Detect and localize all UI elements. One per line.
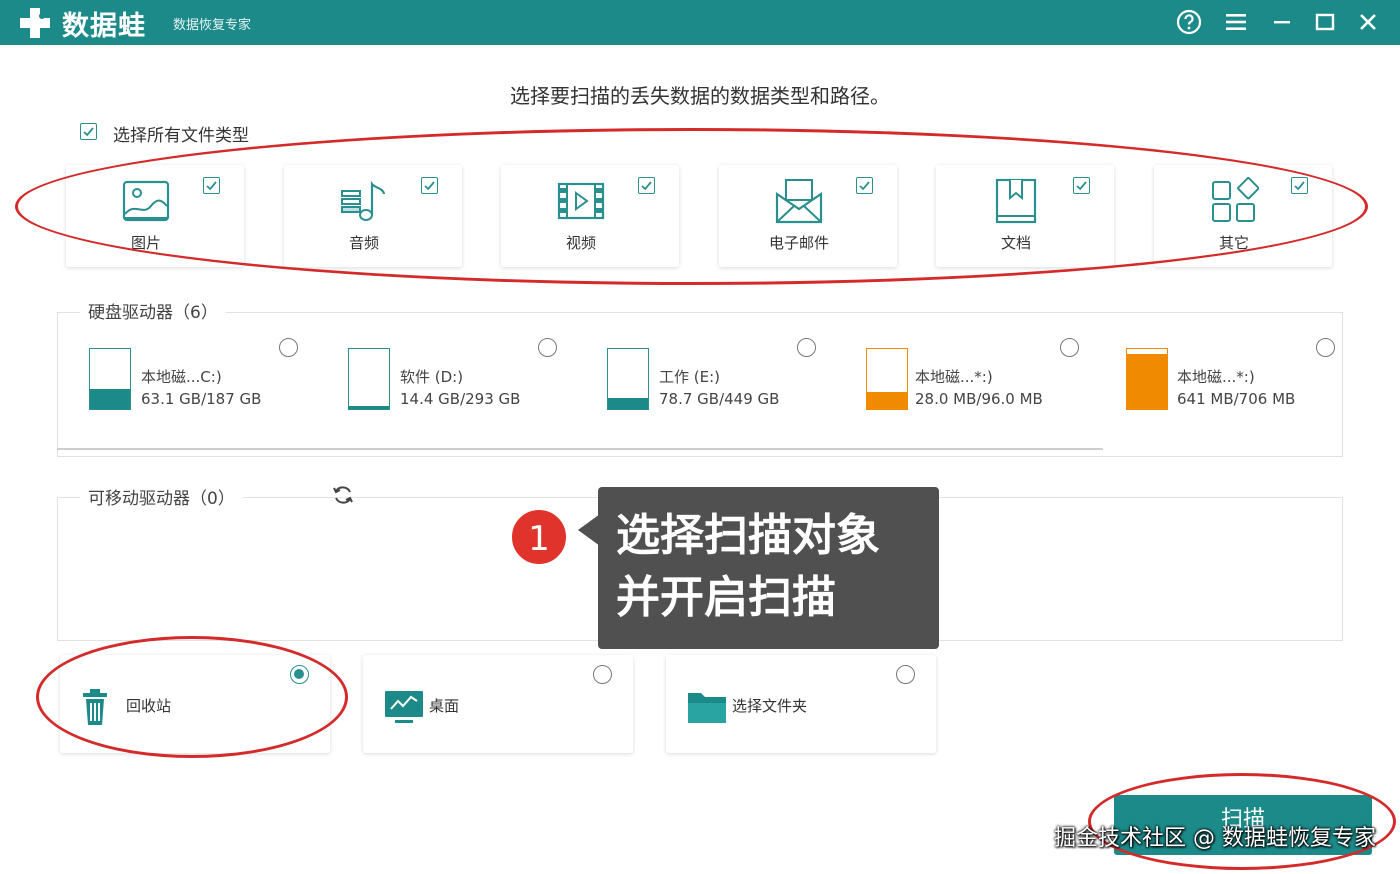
select-all-checkbox[interactable] — [80, 123, 97, 140]
drive-item[interactable]: 本地磁...*:) 28.0 MB/96.0 MB — [866, 348, 1096, 412]
drive-usage-fill — [867, 391, 907, 409]
removable-drives-title: 可移动驱动器（0） — [80, 484, 243, 509]
drive-size: 28.0 MB/96.0 MB — [915, 390, 1043, 408]
callout-arrow — [578, 514, 600, 546]
trash-icon — [83, 689, 107, 725]
drive-name: 本地磁...C:) — [141, 368, 222, 386]
desktop-icon — [385, 691, 423, 723]
drive-size: 63.1 GB/187 GB — [141, 390, 262, 408]
drive-name: 工作 (E:) — [659, 368, 721, 386]
maximize-icon[interactable] — [1311, 8, 1339, 36]
location-card-select-folder[interactable]: 选择文件夹 — [666, 655, 936, 753]
select-all-label: 选择所有文件类型 — [113, 126, 249, 146]
location-label: 回收站 — [126, 697, 172, 715]
location-radio[interactable] — [896, 665, 915, 684]
file-type-label: 文档 — [1000, 234, 1031, 252]
email-icon — [775, 179, 823, 224]
folder-icon — [688, 693, 726, 723]
file-type-checkbox[interactable] — [421, 177, 438, 194]
file-type-checkbox[interactable] — [203, 177, 220, 194]
drive-scrollbar[interactable] — [57, 448, 1103, 450]
callout-text: 选择扫描对象 并开启扫描 — [616, 505, 880, 629]
callout-line-2: 并开启扫描 — [616, 572, 836, 623]
close-icon[interactable] — [1354, 8, 1382, 36]
music-icon — [341, 180, 386, 221]
drive-radio[interactable] — [797, 338, 816, 357]
file-type-card-video[interactable]: 视频 — [501, 165, 679, 267]
menu-icon[interactable] — [1222, 8, 1250, 36]
drive-item[interactable]: 软件 (D:) 14.4 GB/293 GB — [348, 348, 578, 412]
callout-line-1: 选择扫描对象 — [616, 510, 880, 561]
location-label: 选择文件夹 — [732, 697, 808, 715]
location-radio[interactable] — [593, 665, 612, 684]
drive-radio[interactable] — [538, 338, 557, 357]
video-icon — [557, 182, 605, 220]
drive-icon — [348, 348, 390, 410]
file-type-card-audio[interactable]: 音频 — [284, 165, 462, 267]
file-type-checkbox[interactable] — [1073, 177, 1090, 194]
drive-usage-fill — [349, 406, 389, 409]
logo-icon — [20, 8, 50, 38]
document-icon — [995, 178, 1037, 224]
location-card-recycle-bin[interactable]: 回收站 — [60, 655, 330, 753]
file-type-checkbox[interactable] — [638, 177, 655, 194]
drive-item[interactable]: 工作 (E:) 78.7 GB/449 GB — [607, 348, 837, 412]
app-name: 数据蛙 — [62, 11, 146, 42]
location-label: 桌面 — [429, 697, 460, 715]
file-type-label: 视频 — [565, 234, 596, 252]
location-card-desktop[interactable]: 桌面 — [363, 655, 633, 753]
refresh-icon[interactable] — [331, 483, 355, 507]
hard-drives-title: 硬盘驱动器（6） — [80, 298, 226, 323]
drive-usage-fill — [90, 388, 130, 409]
drive-name: 本地磁...*:) — [1177, 368, 1255, 386]
drive-icon — [89, 348, 131, 410]
file-type-card-email[interactable]: 电子邮件 — [719, 165, 897, 267]
location-radio[interactable] — [290, 665, 309, 684]
file-type-card-other[interactable]: 其它 — [1154, 165, 1332, 267]
drive-radio[interactable] — [1316, 338, 1335, 357]
file-type-card-document[interactable]: 文档 — [936, 165, 1114, 267]
drive-radio[interactable] — [279, 338, 298, 357]
watermark: 掘金技术社区 @ 数据蛙恢复专家 — [1054, 826, 1376, 851]
step-badge: 1 — [510, 508, 568, 566]
drive-name: 软件 (D:) — [400, 368, 464, 386]
drive-radio[interactable] — [1060, 338, 1079, 357]
file-type-label: 音频 — [348, 234, 379, 252]
drive-icon — [607, 348, 649, 410]
file-type-checkbox[interactable] — [856, 177, 873, 194]
instruction-callout: 选择扫描对象 并开启扫描 — [598, 487, 939, 649]
image-icon — [122, 180, 170, 222]
app-subtitle: 数据恢复专家 — [173, 18, 252, 33]
file-type-card-image[interactable]: 图片 — [66, 165, 244, 267]
file-type-checkbox[interactable] — [1291, 177, 1308, 194]
drive-icon — [866, 348, 908, 410]
drive-size: 78.7 GB/449 GB — [659, 390, 780, 408]
drive-usage-fill — [1127, 354, 1167, 409]
drive-size: 14.4 GB/293 GB — [400, 390, 521, 408]
drive-item[interactable]: 本地磁...C:) 63.1 GB/187 GB — [89, 348, 319, 412]
minimize-icon[interactable] — [1268, 8, 1296, 36]
file-type-label: 其它 — [1218, 234, 1249, 252]
drive-usage-fill — [608, 398, 648, 409]
apps-icon — [1212, 177, 1259, 222]
drive-icon — [1126, 348, 1168, 410]
drive-item[interactable]: 本地磁...*:) 641 MB/706 MB — [1126, 348, 1356, 412]
drive-name: 本地磁...*:) — [915, 368, 993, 386]
page-heading: 选择要扫描的丢失数据的数据类型和路径。 — [510, 84, 890, 108]
title-bar: 数据蛙 数据恢复专家 — [0, 0, 1400, 45]
file-type-label: 图片 — [130, 234, 161, 252]
drive-size: 641 MB/706 MB — [1177, 390, 1296, 408]
help-icon[interactable] — [1175, 8, 1203, 36]
file-type-label: 电子邮件 — [768, 234, 829, 252]
